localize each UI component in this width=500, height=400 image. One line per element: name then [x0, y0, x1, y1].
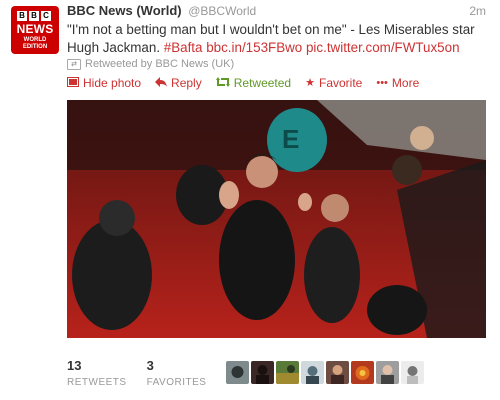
- photo-icon: [67, 76, 79, 90]
- avatar[interactable]: [376, 361, 399, 384]
- svg-text:E: E: [282, 124, 299, 154]
- bbc-logo: B B C: [17, 11, 51, 21]
- tweet-header: BBC News (World) @BBCWorld: [67, 3, 256, 18]
- more-label: More: [391, 76, 420, 90]
- reply-arrow-icon: [155, 76, 168, 90]
- hashtag-link[interactable]: #Bafta: [164, 40, 203, 55]
- retweeted-button[interactable]: Retweeted: [215, 76, 292, 90]
- hide-photo-button[interactable]: Hide photo: [67, 76, 141, 90]
- favorite-label: Favorite: [318, 76, 363, 90]
- avatar-news-text: NEWS: [16, 22, 54, 36]
- star-icon: ★: [305, 77, 315, 89]
- avatar[interactable]: [276, 361, 299, 384]
- reply-label: Reply: [171, 76, 202, 90]
- account-screen-name[interactable]: @BBCWorld: [188, 4, 256, 18]
- avatar-edition-line1: WORLD: [23, 37, 47, 43]
- retweets-label: RETWEETS: [67, 377, 127, 388]
- favorites-stat[interactable]: 3 FAVORITES: [147, 358, 207, 388]
- hide-photo-label: Hide photo: [83, 76, 142, 90]
- reply-button[interactable]: Reply: [155, 76, 202, 90]
- tweet-timestamp[interactable]: 2m: [469, 4, 486, 18]
- favorite-button[interactable]: ★ Favorite: [305, 76, 362, 90]
- more-button[interactable]: ••• More: [376, 76, 419, 90]
- retweet-icon: [215, 76, 230, 90]
- bbc-news-avatar[interactable]: B B C NEWS WORLD EDITION: [11, 6, 59, 54]
- avatar[interactable]: [351, 361, 374, 384]
- tweet-text: "I'm not a betting man but I wouldn't be…: [67, 21, 487, 57]
- account-fullname[interactable]: BBC News (World): [67, 3, 182, 18]
- tweet-photo[interactable]: E: [67, 100, 486, 338]
- avatar[interactable]: [251, 361, 274, 384]
- avatar[interactable]: [301, 361, 324, 384]
- avatar-edition-text: WORLD EDITION: [11, 37, 59, 51]
- retweets-count: 13: [67, 358, 82, 373]
- retweeted-by-context: ⇄ Retweeted by BBC News (UK): [67, 58, 234, 70]
- favorites-label: FAVORITES: [146, 377, 207, 388]
- favorites-count: 3: [146, 358, 154, 373]
- bbc-letter-b2: B: [29, 11, 39, 21]
- article-link[interactable]: bbc.in/153FBwo: [206, 40, 302, 55]
- retweet-context-icon: ⇄: [67, 58, 81, 70]
- engager-avatars: [226, 361, 424, 384]
- retweets-stat[interactable]: 13 RETWEETS: [67, 358, 127, 388]
- avatar-edition-line2: EDITION: [22, 44, 48, 50]
- red-carpet-photo: E: [67, 100, 486, 338]
- retweeted-by-text[interactable]: Retweeted by BBC News (UK): [85, 58, 234, 70]
- retweeted-label: Retweeted: [233, 76, 292, 90]
- bbc-letter-b1: B: [17, 11, 27, 21]
- tweet-stats: 13 RETWEETS 3 FAVORITES: [67, 358, 226, 388]
- pic-link[interactable]: pic.twitter.com/FWTux5on: [306, 40, 460, 55]
- avatar[interactable]: [401, 361, 424, 384]
- tweet-actions: Hide photo Reply Retweeted ★ Favorite ••…: [67, 76, 419, 90]
- avatar[interactable]: [226, 361, 249, 384]
- bbc-letter-c: C: [41, 11, 51, 21]
- more-dots-icon: •••: [376, 77, 388, 89]
- avatar[interactable]: [326, 361, 349, 384]
